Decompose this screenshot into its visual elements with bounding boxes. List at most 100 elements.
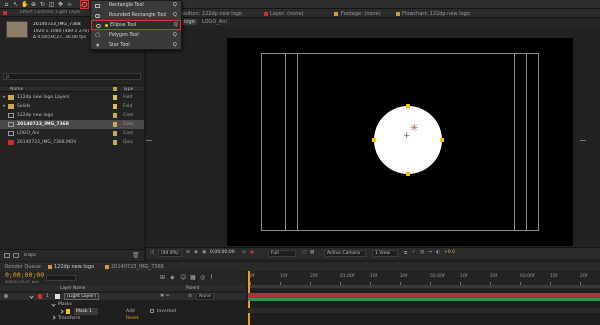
project-item[interactable]: 20140723_IMG_7368.MOV Quic (0, 138, 144, 147)
safe-margins-icon[interactable]: ⊞ (186, 250, 190, 255)
zoom-tool-icon[interactable]: ⊕ (30, 1, 37, 8)
mask-vertex-bottom[interactable] (406, 172, 410, 176)
mask-1-row[interactable]: Mask 1 Add Inverted (0, 308, 246, 315)
transparency-grid-icon[interactable]: ▦ (310, 250, 314, 255)
color-channel-icon[interactable]: ● (250, 250, 254, 255)
project-search-input[interactable]: ρ (3, 73, 141, 80)
layer-label-color[interactable] (38, 294, 42, 299)
trash-icon[interactable]: 🗑 (132, 253, 140, 259)
exposure-value[interactable]: +0.0 (444, 250, 455, 255)
parent-pickwhip-icon[interactable]: ⊚ (188, 293, 192, 300)
project-item[interactable]: 122dp new logo Com (0, 111, 144, 120)
exposure-reset-icon[interactable]: ◐ (436, 250, 440, 255)
breadcrumb-logo-ani[interactable]: LOGO_Ani (202, 19, 227, 25)
anchor-tool-icon[interactable]: ⊹ (66, 1, 73, 8)
always-preview-icon[interactable]: ◫ (150, 250, 154, 255)
mask-name[interactable]: Mask 1 (74, 308, 98, 315)
camera-dropdown[interactable]: Active Camera (324, 250, 366, 257)
col-name[interactable]: Name (10, 87, 23, 92)
layer-row-light[interactable]: 1 [Light Layer] ✱ ✏ ⊚ None (0, 293, 246, 300)
inverted-checkbox[interactable] (150, 309, 154, 313)
project-item[interactable]: ▸ Solids Fold (0, 102, 144, 111)
menu-item-rectangle-tool[interactable]: Rectangle Tool Q (91, 1, 181, 11)
motion-blur-icon[interactable]: ◎ (200, 274, 205, 281)
hand-tool-icon[interactable]: ✋ (21, 1, 28, 8)
toggle-pixel-aspect-icon[interactable]: ⧉ (404, 250, 407, 256)
meta-size: 1920 x 1080 (480 x 270) (33, 29, 90, 34)
breadcrumb-logo[interactable]: logo (182, 19, 197, 25)
tab-layer[interactable]: Layer: (none) (270, 11, 304, 17)
resolution-dropdown[interactable]: Full (268, 250, 296, 257)
layer-switches-icon[interactable]: ✱ ✏ (160, 293, 170, 300)
fast-previews-icon[interactable]: ⚡ (412, 250, 415, 255)
frame-blending-icon[interactable]: ▦ (190, 274, 196, 281)
camera-tool-icon[interactable]: ◫ (48, 1, 55, 8)
flowchart-icon[interactable]: ⊶ (428, 250, 433, 255)
rotate-tool-icon[interactable]: ↻ (39, 1, 46, 8)
pan-behind-tool-icon[interactable]: ✥ (57, 1, 64, 8)
work-area-bar[interactable] (248, 285, 600, 288)
visibility-icon[interactable] (4, 294, 8, 298)
layer-duration-bar-green[interactable] (248, 298, 600, 301)
col-type[interactable]: Type (123, 87, 133, 92)
comp-mini-flowchart-icon[interactable]: ⊞ (160, 274, 165, 281)
transform-reset-link[interactable]: Reset (126, 315, 139, 322)
snapshot-icon[interactable]: ◎ (242, 250, 246, 255)
view-layout-dropdown[interactable]: 1 View (372, 250, 398, 257)
masks-chevron-icon[interactable] (51, 302, 56, 307)
label-color-swatch[interactable] (113, 95, 117, 100)
zoom-dropdown[interactable]: (94.9%) (158, 250, 182, 257)
label-color-swatch[interactable] (113, 113, 117, 118)
tab-footage[interactable]: Footage: (none) (341, 11, 381, 17)
timeline-search-input[interactable] (46, 275, 76, 281)
transform-chevron-icon[interactable] (51, 315, 56, 320)
masks-group-row[interactable]: Masks (0, 301, 246, 308)
light-icon[interactable]: ✳ (410, 124, 418, 134)
time-ruler[interactable]: 0f 10f 20f 01:00f 10f 20f 02:00f 10f 20f 03:00f 10… (248, 271, 600, 291)
snapshot-camera-icon[interactable]: ▣ (202, 250, 206, 255)
expand-chevron-icon[interactable] (29, 294, 34, 299)
col-layer-name[interactable]: Layer Name (60, 285, 85, 290)
mask-color-swatch[interactable] (66, 309, 70, 314)
mask-visibility-icon[interactable]: ◉ (194, 250, 198, 255)
col-parent[interactable]: Parent (186, 285, 199, 290)
shape-tool-button[interactable] (80, 0, 89, 9)
parent-dropdown[interactable]: None (196, 293, 214, 300)
menu-item-ellipse-tool[interactable]: Ellipse Tool Q (91, 20, 181, 30)
interpret-footage-icon[interactable] (4, 253, 10, 258)
selection-tool-icon[interactable]: ↖ (12, 1, 19, 8)
bit-depth-label[interactable]: 8 bpc (24, 253, 36, 258)
tab-flowchart[interactable]: Flowchart: 122dp new logo (402, 11, 470, 17)
menu-item-star-tool[interactable]: ★ Star Tool Q (91, 41, 181, 51)
tab-20140723-img-7368[interactable]: 20140723_IMG_7368 (111, 264, 164, 270)
timeline-icon[interactable]: ▤ (420, 250, 424, 255)
timeline-current-time[interactable]: 0;00;00;00 (5, 271, 44, 279)
expand-triangle-icon[interactable]: ▸ (3, 102, 6, 111)
mask-vertex-right[interactable] (440, 138, 444, 142)
graph-editor-icon[interactable]: ⌇ (210, 274, 213, 281)
project-item[interactable]: LOGO_Ani Com (0, 129, 144, 138)
tab-render-queue[interactable]: Render Queue (5, 264, 41, 270)
home-icon[interactable]: ⌂ (3, 1, 10, 8)
label-color-swatch[interactable] (113, 140, 117, 145)
mask-chevron-icon[interactable] (59, 309, 64, 314)
mask-vertex-top[interactable] (406, 104, 410, 108)
label-color-swatch[interactable] (113, 131, 117, 136)
project-item[interactable]: ▸ 122dp new logo Layers Fold (0, 93, 144, 102)
layer-name[interactable]: [Light Layer] (64, 293, 99, 300)
current-time-display[interactable]: 0;00;00;00 (210, 250, 235, 255)
expand-triangle-icon[interactable]: ▸ (3, 93, 6, 102)
label-color-swatch[interactable] (113, 122, 117, 127)
shy-layers-icon[interactable]: ☺ (180, 274, 186, 281)
transform-row[interactable]: Transform Reset (0, 315, 246, 322)
label-color-swatch[interactable] (113, 104, 117, 109)
new-folder-icon[interactable] (13, 253, 19, 258)
tab-122dp-new-logo[interactable]: 122dp new logo (54, 264, 94, 270)
draft-3d-icon[interactable]: ◈ (170, 274, 175, 281)
tab-composition[interactable]: osition: 122dp new logo (182, 11, 242, 17)
region-of-interest-icon[interactable]: ▢ (302, 250, 306, 255)
mask-mode-dropdown[interactable]: Add (126, 308, 135, 315)
menu-item-polygon-tool[interactable]: ⬠ Polygon Tool Q (91, 31, 181, 41)
project-item[interactable]: 20140723_IMG_7368 Com (0, 120, 144, 129)
mask-vertex-left[interactable] (372, 138, 376, 142)
